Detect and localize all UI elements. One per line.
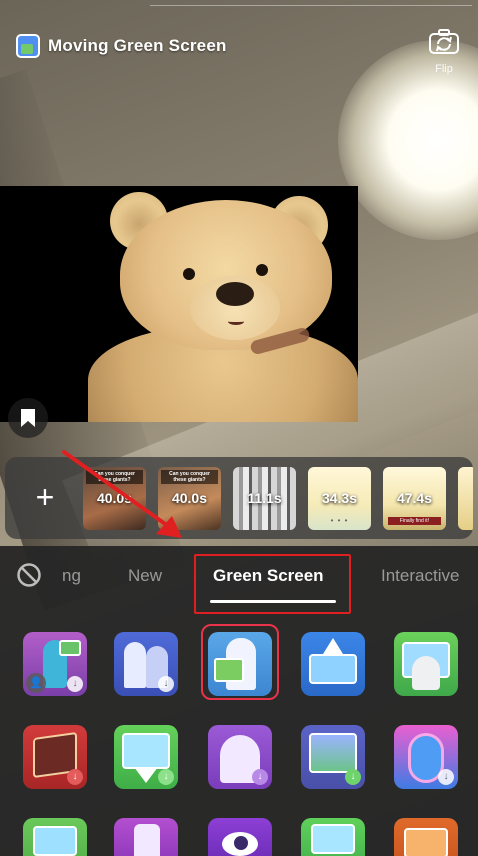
prohibited-icon <box>17 563 41 587</box>
video-selection-tray: + Can you conquer these giants? 40.0s Ca… <box>5 457 473 539</box>
effect-frame-icon <box>59 640 81 656</box>
download-icon: ↓ <box>67 769 83 785</box>
thumbnail-duration: 11.1s <box>247 490 282 506</box>
thumbnail-duration: 40.0s <box>171 490 208 506</box>
effect-tile[interactable] <box>394 818 458 856</box>
effect-tile[interactable] <box>394 632 458 696</box>
effect-tile[interactable]: ↓ <box>394 725 458 789</box>
video-thumbnail[interactable]: Can you conquer these giants? 40.0s <box>158 467 221 530</box>
thumbnail-duration: 40.0s <box>96 490 133 506</box>
video-thumbnail[interactable]: 47.4s Finally find it! <box>383 467 446 530</box>
effect-frame-icon <box>122 733 170 769</box>
eye-pupil-icon <box>234 836 248 850</box>
arrow-up-icon <box>323 638 343 654</box>
download-icon: ↓ <box>252 769 268 785</box>
thumbnail-caption: Can you conquer these giants? <box>161 470 218 484</box>
effect-category-tabs: ng New Green Screen Interactive <box>0 546 478 614</box>
video-thumbnail[interactable]: 11.1s <box>233 467 296 530</box>
effects-panel: ng New Green Screen Interactive <box>0 546 478 856</box>
video-thumbnail[interactable] <box>458 467 473 530</box>
person-icon: 👤 <box>26 673 46 693</box>
thumbnail-page-dots: • • • <box>330 516 349 525</box>
bear-nose <box>216 282 254 306</box>
video-thumbnails: Can you conquer these giants? 40.0s Can … <box>83 467 473 530</box>
flip-label: Flip <box>435 63 453 75</box>
download-icon: ↓ <box>438 769 454 785</box>
effect-figure-icon <box>124 642 146 688</box>
effect-tile[interactable] <box>23 818 87 856</box>
bookmark-button[interactable] <box>8 398 48 438</box>
tab-highlight-annotation <box>194 554 351 614</box>
download-icon: ↓ <box>158 676 174 692</box>
effect-figure-icon <box>134 824 160 856</box>
effect-frame-icon <box>309 654 357 684</box>
top-rule <box>150 0 472 6</box>
add-video-button[interactable]: + <box>29 481 61 513</box>
effect-frame-icon <box>33 826 77 856</box>
effect-tile[interactable] <box>208 818 272 856</box>
tab-new[interactable]: New <box>128 566 162 586</box>
thumbnail-duration: 34.3s <box>321 490 358 506</box>
bear-eye <box>183 268 195 280</box>
thumbnail-caption: Can you conquer these giants? <box>86 470 143 484</box>
selected-effect-annotation <box>201 624 279 700</box>
flip-camera-button[interactable]: Flip <box>424 26 464 75</box>
effect-frame-icon <box>309 733 357 773</box>
download-icon: ↓ <box>345 769 361 785</box>
effect-header[interactable]: Moving Green Screen <box>16 34 227 58</box>
no-effect-button[interactable] <box>16 562 42 588</box>
effect-tile[interactable]: ↓ <box>208 725 272 789</box>
effect-frame-icon <box>311 824 355 854</box>
tab-partial[interactable]: ng <box>62 566 81 586</box>
download-icon: ↓ <box>67 676 83 692</box>
ghost-icon <box>412 656 440 690</box>
tab-interactive[interactable]: Interactive <box>381 566 459 586</box>
flip-camera-icon <box>429 29 459 54</box>
camera-screen: Moving Green Screen Flip + Can you conqu… <box>0 0 478 856</box>
bear-mouth <box>228 318 244 325</box>
bear-eye <box>256 264 268 276</box>
bookmark-icon <box>21 409 35 427</box>
effect-tile[interactable]: ↓ <box>114 725 178 789</box>
video-thumbnail[interactable]: 34.3s • • • <box>308 467 371 530</box>
effect-tile[interactable]: ↓ <box>23 725 87 789</box>
effect-tile[interactable]: ↓ <box>114 632 178 696</box>
effect-tile[interactable] <box>301 818 365 856</box>
arrow-down-icon <box>134 767 158 783</box>
effect-tile[interactable]: 👤 ↓ <box>23 632 87 696</box>
effect-frame-icon <box>404 828 448 856</box>
effect-title: Moving Green Screen <box>48 36 227 55</box>
download-icon: ↓ <box>158 769 174 785</box>
green-screen-effect-icon <box>16 34 40 58</box>
effect-tile[interactable]: ↓ <box>301 725 365 789</box>
thumbnail-duration: 47.4s <box>396 490 433 506</box>
thumbnail-subtitle: Finally find it! <box>388 517 441 525</box>
effect-tile[interactable] <box>301 632 365 696</box>
video-thumbnail[interactable]: Can you conquer these giants? 40.0s <box>83 467 146 530</box>
effect-tile[interactable] <box>114 818 178 856</box>
green-screen-video-preview[interactable] <box>0 186 358 422</box>
